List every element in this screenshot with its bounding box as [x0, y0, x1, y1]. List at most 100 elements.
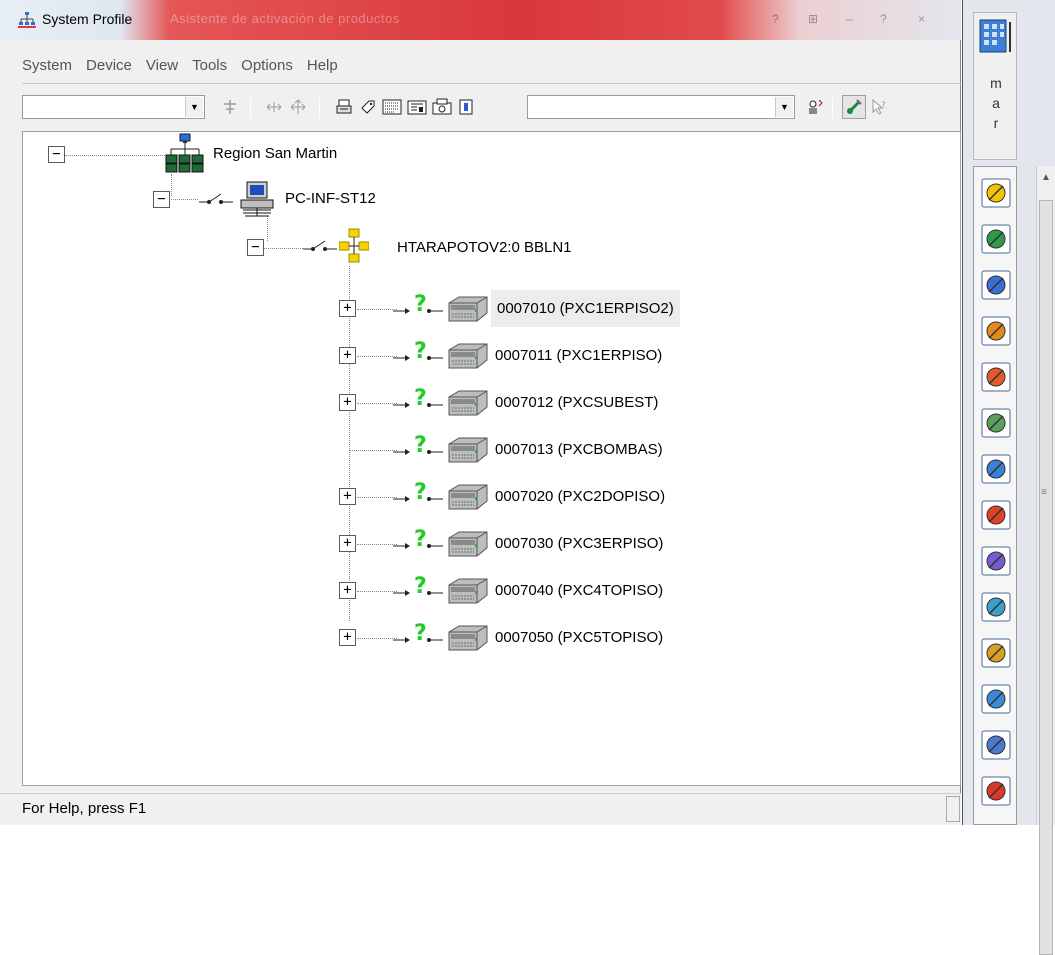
menu-options[interactable]: Options: [241, 57, 293, 77]
tree-connector: [357, 403, 397, 404]
launcher-button[interactable]: [975, 541, 1017, 581]
device-label[interactable]: 0007050 (PXC5TOPISO): [495, 629, 663, 646]
status-bar: For Help, press F1: [0, 793, 961, 825]
unknown-status-icon: ?: [414, 386, 427, 411]
tree-connector: [357, 497, 397, 498]
device-label[interactable]: 0007040 (PXC4TOPISO): [495, 582, 663, 599]
launcher-button[interactable]: [975, 633, 1017, 673]
device-label[interactable]: 0007010 (PXC1ERPISO2): [491, 290, 680, 327]
device-row[interactable]: +? 0007012 (PXCSUBEST): [23, 386, 923, 418]
device-label[interactable]: 0007012 (PXCSUBEST): [495, 394, 658, 411]
device-expand-toggle[interactable]: +: [339, 394, 356, 411]
schedule-icon: [981, 316, 1011, 346]
tree-connector: [357, 356, 397, 357]
satellite-icon: [847, 99, 862, 114]
system-tree-view[interactable]: − Region San Martin − PC-INF-ST12 − HTAR…: [22, 131, 961, 786]
device-label[interactable]: 0007013 (PXCBOMBAS): [495, 441, 663, 458]
move-horizontal-button[interactable]: [262, 95, 286, 119]
launcher-scrollbar[interactable]: ▲ ≡: [1036, 166, 1055, 955]
color-wheel-icon: [981, 500, 1011, 530]
launcher-button[interactable]: [975, 357, 1017, 397]
layout-title-button[interactable]: ⊞: [808, 12, 818, 26]
menu-view[interactable]: View: [146, 57, 178, 77]
launcher-header[interactable]: m a r: [973, 12, 1017, 160]
telephone-button[interactable]: [405, 95, 429, 119]
points-list-button[interactable]: [380, 95, 404, 119]
tag-icon: [361, 100, 375, 114]
print-button[interactable]: [332, 95, 356, 119]
help-title-button[interactable]: ?: [772, 12, 779, 26]
device-label[interactable]: 0007030 (PXC3ERPISO): [495, 535, 663, 552]
device-row[interactable]: +? 0007030 (PXC3ERPISO): [23, 527, 923, 559]
launcher-button[interactable]: [975, 495, 1017, 535]
root-collapse-toggle[interactable]: −: [48, 146, 65, 163]
device-label[interactable]: 0007011 (PXC1ERPISO): [495, 347, 662, 364]
launcher-button[interactable]: [975, 679, 1017, 719]
launcher-button[interactable]: [975, 311, 1017, 351]
device-expand-toggle[interactable]: +: [339, 488, 356, 505]
point-select[interactable]: ▼: [527, 95, 795, 119]
chevron-down-icon[interactable]: ▼: [185, 97, 203, 117]
info-button[interactable]: [454, 95, 478, 119]
move-left-right-icon: [266, 102, 282, 112]
restore-button[interactable]: ?: [880, 12, 887, 26]
launcher-button[interactable]: [975, 219, 1017, 259]
scroll-up-arrow-icon[interactable]: ▲: [1041, 172, 1051, 183]
launcher-button[interactable]: [975, 265, 1017, 305]
pc-collapse-toggle[interactable]: −: [153, 191, 170, 208]
device-row[interactable]: +? 0007050 (PXC5TOPISO): [23, 621, 923, 653]
device-expand-toggle[interactable]: +: [339, 347, 356, 364]
device-row[interactable]: +? 0007020 (PXC2DOPISO): [23, 480, 923, 512]
device-row[interactable]: +? 0007011 (PXC1ERPISO): [23, 339, 923, 371]
pxc-controller-icon: [448, 625, 488, 651]
network-collapse-toggle[interactable]: −: [247, 239, 264, 256]
device-label[interactable]: 0007020 (PXC2DOPISO): [495, 488, 665, 505]
launcher-button[interactable]: [975, 587, 1017, 627]
launcher-button[interactable]: [975, 771, 1017, 811]
close-button[interactable]: ×: [918, 12, 925, 26]
launcher-button[interactable]: [975, 403, 1017, 443]
device-expand-toggle[interactable]: +: [339, 535, 356, 552]
unknown-status-icon: ?: [414, 433, 427, 458]
pxc-controller-icon: [448, 343, 488, 369]
device-row[interactable]: ? 0007013 (PXCBOMBAS): [23, 433, 923, 465]
move-all-button[interactable]: [286, 95, 310, 119]
fax-button[interactable]: [430, 95, 454, 119]
tree-connector: [171, 199, 198, 200]
menu-device[interactable]: Device: [86, 57, 132, 77]
launcher-button[interactable]: [975, 725, 1017, 765]
pxc-controller-icon: [448, 437, 488, 463]
connect-button[interactable]: [218, 95, 242, 119]
network-node-label[interactable]: HTARAPOTOV2:0 BBLN1: [397, 239, 572, 256]
device-row[interactable]: +? 0007040 (PXC4TOPISO): [23, 574, 923, 606]
device-row[interactable]: +? 0007010 (PXC1ERPISO2): [23, 290, 923, 327]
menu-tools[interactable]: Tools: [192, 57, 227, 77]
toolbar: ▼ ▼ ?: [22, 95, 961, 125]
binary-download-icon: [981, 592, 1011, 622]
menu-help[interactable]: Help: [307, 57, 338, 77]
scrollbar-thumb[interactable]: [1039, 200, 1053, 955]
context-help-button[interactable]: ?: [867, 95, 891, 119]
toolbar-separator: [319, 97, 320, 119]
title-bar[interactable]: System Profile Asistente de activación d…: [0, 0, 961, 40]
find-button[interactable]: [803, 95, 827, 119]
launcher-button[interactable]: [975, 449, 1017, 489]
device-expand-toggle[interactable]: +: [339, 629, 356, 646]
site-select[interactable]: ▼: [22, 95, 205, 119]
toolbar-separator: [250, 97, 251, 119]
pc-node-label[interactable]: PC-INF-ST12: [285, 190, 376, 207]
tag-button[interactable]: [356, 95, 380, 119]
device-expand-toggle[interactable]: +: [339, 300, 356, 317]
satellite-toggle-button[interactable]: [842, 95, 866, 119]
device-expand-toggle[interactable]: +: [339, 582, 356, 599]
launcher-button[interactable]: [975, 173, 1017, 213]
building-app-icon: [979, 19, 1011, 53]
fax-icon: [432, 98, 452, 115]
tree-root-label[interactable]: Region San Martin: [213, 145, 337, 162]
database-icon: [981, 684, 1011, 714]
minimize-button[interactable]: –: [846, 12, 853, 26]
menu-system[interactable]: System: [22, 57, 72, 77]
chevron-down-icon[interactable]: ▼: [775, 97, 793, 117]
unknown-status-icon: ?: [414, 527, 427, 552]
video-icon: [981, 546, 1011, 576]
